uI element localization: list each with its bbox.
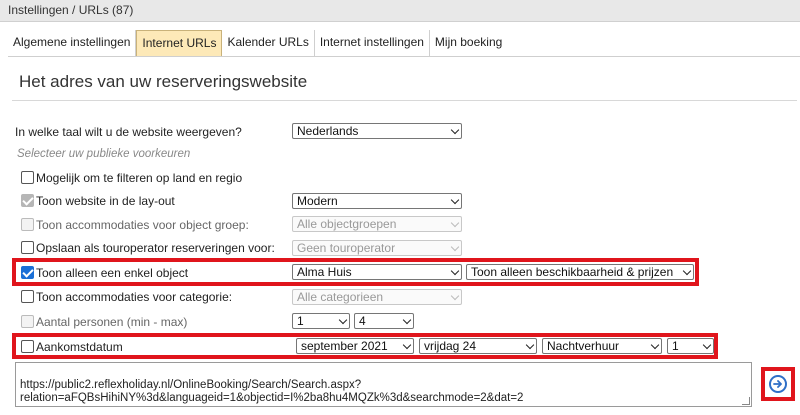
object-group-checkbox[interactable]	[21, 218, 34, 231]
touroperator-checkbox[interactable]	[21, 241, 34, 254]
arrival-checkbox[interactable]	[21, 340, 34, 353]
chevron-down-icon	[525, 340, 535, 350]
language-label: In welke taal wilt u de website weergeve…	[15, 125, 242, 139]
page-title: Het adres van uw reserveringswebsite	[19, 72, 308, 91]
chevron-down-icon	[450, 125, 460, 135]
layout-option[interactable]: Toon website in de lay-out	[21, 194, 175, 208]
chevron-down-icon	[402, 315, 412, 325]
tab-internet-settings[interactable]: Internet instellingen	[315, 30, 430, 56]
url-textarea[interactable]: https://public2.reflexholiday.nl/OnlineB…	[15, 362, 752, 407]
chevron-down-icon	[402, 340, 412, 350]
arrival-nights-select[interactable]: 1	[667, 338, 714, 354]
filter-country-option[interactable]: Mogelijk om te filteren op land en regio	[21, 171, 242, 185]
filter-country-checkbox[interactable]	[21, 171, 34, 184]
persons-min-select[interactable]: 1	[292, 313, 350, 329]
single-object-option[interactable]: Toon alleen een enkel object	[21, 266, 188, 280]
language-select[interactable]: Nederlands	[292, 123, 462, 139]
tab-bar: Algemene instellingen Internet URLs Kale…	[8, 30, 507, 56]
category-option[interactable]: Toon accommodaties voor categorie:	[21, 290, 232, 304]
object-group-select[interactable]: Alle objectgroepen	[292, 216, 462, 232]
persons-checkbox[interactable]	[21, 315, 34, 328]
category-select[interactable]: Alle categorieen	[292, 289, 462, 305]
go-button-area	[761, 367, 795, 401]
tab-calendar-urls[interactable]: Kalender URLs	[222, 30, 315, 56]
arrival-option[interactable]: Aankomstdatum	[21, 340, 123, 354]
single-object-checkbox[interactable]	[21, 266, 34, 279]
chevron-down-icon	[682, 266, 692, 276]
chevron-down-icon	[702, 340, 712, 350]
chevron-down-icon	[450, 242, 460, 252]
touroperator-select[interactable]: Geen touroperator	[292, 240, 462, 256]
persons-option[interactable]: Aantal personen (min - max)	[21, 315, 187, 329]
chevron-down-icon	[450, 266, 460, 276]
arrival-day-select[interactable]: vrijdag 24	[419, 338, 537, 354]
preferences-hint: Selecteer uw publieke voorkeuren	[17, 148, 191, 160]
title-divider	[12, 100, 797, 101]
tab-general-settings[interactable]: Algemene instellingen	[8, 30, 137, 56]
layout-select[interactable]: Modern	[292, 193, 462, 209]
object-group-option[interactable]: Toon accommodaties voor object groep:	[21, 218, 249, 232]
tab-divider	[8, 56, 800, 57]
tab-my-booking[interactable]: Mijn boeking	[430, 30, 507, 56]
category-checkbox[interactable]	[21, 290, 34, 303]
chevron-down-icon	[450, 291, 460, 301]
tab-internet-urls[interactable]: Internet URLs	[136, 30, 223, 56]
resize-handle-icon[interactable]	[742, 397, 750, 405]
breadcrumb: Instellingen / URLs (87)	[0, 0, 800, 22]
go-button[interactable]	[769, 375, 787, 393]
layout-checkbox[interactable]	[21, 194, 34, 207]
chevron-down-icon	[650, 340, 660, 350]
chevron-down-icon	[450, 195, 460, 205]
chevron-down-icon	[450, 218, 460, 228]
chevron-down-icon	[338, 315, 348, 325]
single-object-select[interactable]: Alma Huis	[292, 264, 462, 280]
persons-max-select[interactable]: 4	[354, 313, 414, 329]
arrival-month-select[interactable]: september 2021	[296, 338, 414, 354]
touroperator-option[interactable]: Opslaan als touroperator reserveringen v…	[21, 241, 275, 255]
single-object-mode-select[interactable]: Toon alleen beschikbaarheid & prijzen	[466, 264, 694, 280]
arrival-type-select[interactable]: Nachtverhuur	[542, 338, 662, 354]
